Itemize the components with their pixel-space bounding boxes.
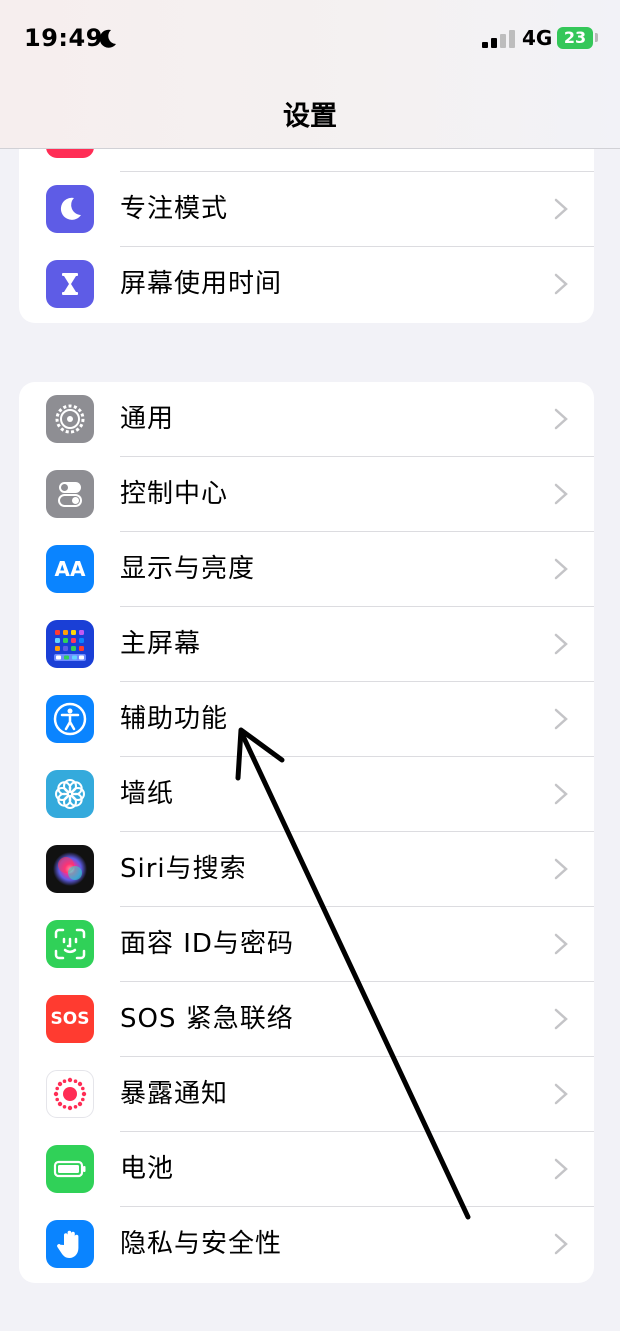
sos-icon: SOS [46,995,94,1043]
display-aa-icon: AA [46,545,94,593]
settings-group-focus: 专注模式 屏幕使用时间 [19,120,594,323]
face-id-icon [46,920,94,968]
privacy-hand-icon [46,1220,94,1268]
settings-row-exposure[interactable]: 暴露通知 [19,1057,594,1132]
settings-row-label: 控制中心 [120,479,229,509]
settings-row-label: 墙纸 [120,779,175,809]
chevron-right-icon [554,198,568,220]
settings-row-siri[interactable]: Siri与搜索 [19,832,594,907]
settings-row-accessibility[interactable]: 辅助功能 [19,682,594,757]
home-screen-icon [46,620,94,668]
chevron-right-icon [554,858,568,880]
chevron-right-icon [554,558,568,580]
settings-row-control-center[interactable]: 控制中心 [19,457,594,532]
exposure-notification-icon [46,1070,94,1118]
screen-time-hourglass-icon [46,260,94,308]
settings-row-screen-time[interactable]: 屏幕使用时间 [19,247,594,322]
settings-row-label: 专注模式 [120,194,229,224]
wallpaper-flower-icon [46,770,94,818]
chevron-right-icon [554,1008,568,1030]
focus-moon-icon [46,185,94,233]
chevron-right-icon [554,1158,568,1180]
settings-row-home-screen[interactable]: 主屏幕 [19,607,594,682]
chevron-right-icon [554,708,568,730]
chevron-right-icon [554,633,568,655]
control-center-icon [46,470,94,518]
settings-row-label: 电池 [120,1154,175,1184]
accessibility-icon [46,695,94,743]
settings-row-label: 显示与亮度 [120,554,256,584]
settings-row-focus[interactable]: 专注模式 [19,172,594,247]
status-bar: 19:49 4G 23 [0,0,620,80]
settings-row-general[interactable]: 通用 [19,382,594,457]
chevron-right-icon [554,1083,568,1105]
settings-row-label: SOS 紧急联络 [120,1004,294,1034]
chevron-right-icon [554,408,568,430]
battery-tip [595,33,598,42]
battery-icon [46,1145,94,1193]
network-type: 4G [522,26,553,50]
chevron-right-icon [554,933,568,955]
chevron-right-icon [554,783,568,805]
settings-row-face-id[interactable]: 面容 ID与密码 [19,907,594,982]
page-title: 设置 [283,101,337,132]
settings-row-label: 主屏幕 [120,629,202,659]
settings-row-battery[interactable]: 电池 [19,1132,594,1207]
settings-row-label: 辅助功能 [120,704,229,734]
chevron-right-icon [554,483,568,505]
focus-moon-status-icon [99,29,116,48]
settings-row-label: 屏幕使用时间 [120,269,283,299]
chevron-right-icon [554,273,568,295]
settings-row-label: 面容 ID与密码 [120,929,294,959]
siri-icon [46,845,94,893]
navigation-bar: 设置 [0,80,620,149]
settings-row-label: 隐私与安全性 [120,1229,283,1259]
gear-icon [46,395,94,443]
settings-row-sos[interactable]: SOS SOS 紧急联络 [19,982,594,1057]
settings-row-privacy[interactable]: 隐私与安全性 [19,1207,594,1282]
settings-row-label: 通用 [120,404,175,434]
status-time: 19:49 [24,24,103,52]
settings-row-wallpaper[interactable]: 墙纸 [19,757,594,832]
settings-row-label: Siri与搜索 [120,854,247,884]
settings-group-main: 通用 控制中心 AA 显示与亮度 主屏幕 辅助功能 墙纸 Siri与搜索 面容 … [19,382,594,1283]
battery-level: 23 [557,27,593,49]
cellular-signal-icon [482,30,515,48]
settings-row-label: 暴露通知 [120,1079,229,1109]
chevron-right-icon [554,1233,568,1255]
settings-row-display[interactable]: AA 显示与亮度 [19,532,594,607]
